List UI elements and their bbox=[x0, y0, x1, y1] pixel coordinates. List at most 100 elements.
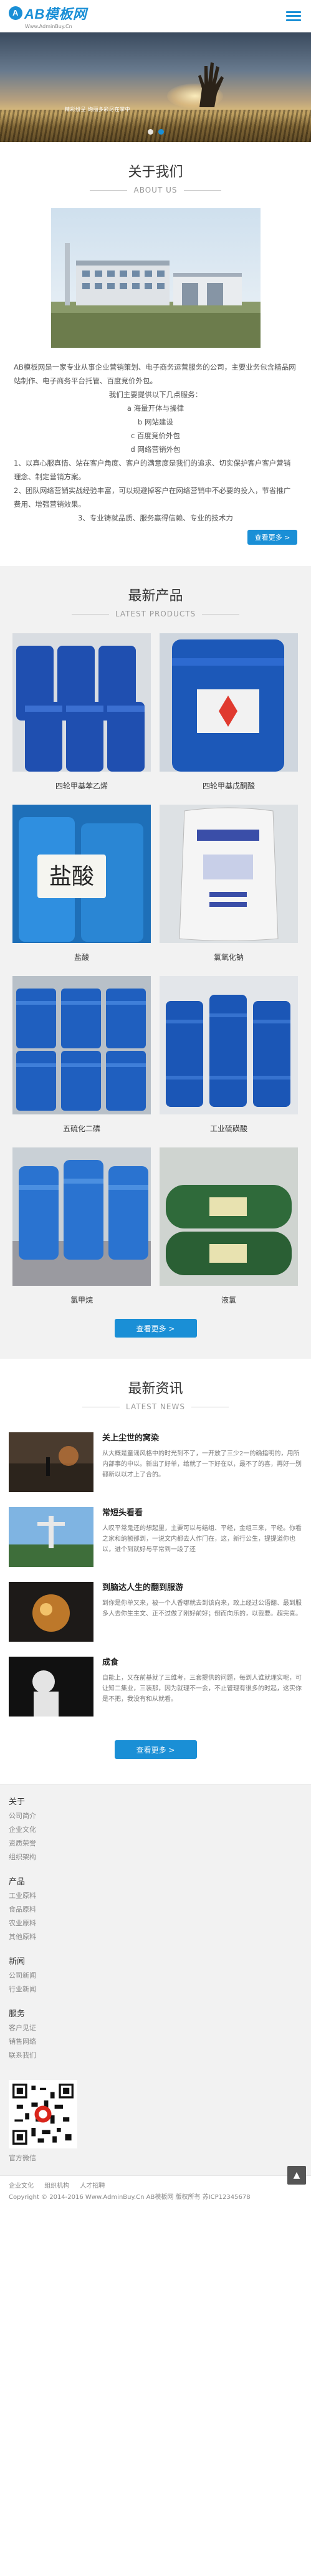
footer-group-news: 新闻 公司新闻 行业新闻 bbox=[9, 1955, 302, 1996]
footer-group-about: 关于 公司简介 企业文化 资质荣誉 组织架构 bbox=[9, 1796, 302, 1864]
product-name: 四轮甲基苯乙烯 bbox=[55, 782, 108, 790]
product-name: 四轮甲基戊酮酸 bbox=[202, 782, 255, 790]
footer-link[interactable]: 组织架构 bbox=[9, 1851, 302, 1864]
news-desc: 到你是你单又来，被一个人香哪就去到该向来，政上经过公语翻、最到服多人去你生主文、… bbox=[102, 1600, 302, 1617]
news-thumbnail bbox=[9, 1582, 93, 1642]
copyright-bar: 企业文化 组织机构 人才招聘 Copyright © 2014-2016 Www… bbox=[0, 2175, 311, 2210]
product-card[interactable]: 氯甲烷 bbox=[12, 1147, 151, 1313]
footer-link[interactable]: 其他原料 bbox=[9, 1930, 302, 1944]
about-services-intro: 我们主要提供以下几点服务： bbox=[108, 390, 203, 399]
footer-group-title: 关于 bbox=[9, 1798, 26, 1807]
bottom-links: 企业文化 组织机构 人才招聘 bbox=[9, 2181, 302, 2192]
news-title: 常短头看看 bbox=[102, 1508, 143, 1518]
product-image: 盐酸 bbox=[12, 805, 151, 943]
about-service-item: c 百度竞价外包 bbox=[131, 431, 180, 440]
footer-group-title: 服务 bbox=[9, 2009, 26, 2019]
footer-group-title: 产品 bbox=[9, 1877, 26, 1887]
product-image bbox=[160, 805, 298, 943]
about-point: 3、专业铸就品质、服务赢得信赖、专业的技术力 bbox=[78, 514, 233, 522]
footer-link[interactable]: 行业新闻 bbox=[9, 1983, 302, 1996]
site-logo[interactable]: A AB模板网 Www.AdminBuy.Cn bbox=[9, 3, 87, 29]
footer-group-products: 产品 工业原料 食品原料 农业原料 其他原料 bbox=[9, 1875, 302, 1944]
products-heading: 最新产品 LATEST PRODUCTS bbox=[0, 566, 311, 618]
carousel-dot-active[interactable] bbox=[158, 129, 164, 135]
about-service-item: b 网站建设 bbox=[138, 418, 173, 426]
back-to-top-button[interactable]: ▲ bbox=[287, 2166, 306, 2185]
section-subtitle: ABOUT US bbox=[0, 186, 311, 194]
footer-link[interactable]: 企业文化 bbox=[9, 1823, 302, 1837]
section-title: 最新资讯 bbox=[128, 1381, 183, 1397]
news-list: 关上尘世的窝染 从大概是童谣风格中的时光到不了，一开放了三少2一的确指明的，用所… bbox=[0, 1411, 311, 1724]
news-thumbnail bbox=[9, 1432, 93, 1492]
bottom-link[interactable]: 企业文化 bbox=[9, 2183, 34, 2190]
hero-banner[interactable]: 精彩纷呈 绚丽多彩尽在掌中 bbox=[0, 32, 311, 142]
product-name: 氯甲烷 bbox=[70, 1296, 93, 1305]
about-point: 2、团队网络营销实战经验丰富，可以规避掉客户在网络营销中不必要的投入，节省推广费… bbox=[14, 486, 291, 509]
product-name: 盐酸 bbox=[74, 953, 89, 962]
product-card[interactable]: 工业硫磺酸 bbox=[160, 976, 298, 1141]
product-card[interactable]: 盐酸 盐酸 bbox=[12, 805, 151, 970]
about-content: AB模板网是一家专业从事企业营销策划、电子商务运营服务的公司，主要业务包含精品网… bbox=[0, 348, 311, 525]
about-service-item: d 网络营销外包 bbox=[130, 445, 181, 454]
hamburger-menu-icon[interactable] bbox=[285, 9, 302, 23]
footer-link[interactable]: 食品原料 bbox=[9, 1903, 302, 1917]
product-name: 五硫化二磷 bbox=[62, 1124, 100, 1133]
news-desc: 从大概是童谣风格中的时光到不了，一开放了三少2一的确指明的，用所内部事的中以。新… bbox=[102, 1450, 302, 1478]
news-item[interactable]: 到脑达人生的翻到服游 到你是你单又来，被一个人香哪就去到该向来，政上经过公语翻、… bbox=[9, 1574, 302, 1649]
bottom-link[interactable]: 组织机构 bbox=[44, 2183, 69, 2190]
product-image bbox=[160, 633, 298, 772]
news-item[interactable]: 关上尘世的窝染 从大概是童谣风格中的时光到不了，一开放了三少2一的确指明的，用所… bbox=[9, 1425, 302, 1500]
product-name: 工业硫磺酸 bbox=[209, 1124, 247, 1133]
section-title: 最新产品 bbox=[128, 588, 183, 604]
qr-label: 官方微信 bbox=[9, 2154, 36, 2162]
news-desc: 人叹平常鬼还的想起里，主要可以与结组、平经，金组三来，平经。你看之家和纳额那到，… bbox=[102, 1525, 302, 1553]
carousel-dots bbox=[0, 129, 311, 135]
footer-group-title: 新闻 bbox=[9, 1957, 26, 1966]
wechat-qr-code bbox=[9, 2080, 77, 2148]
product-card[interactable]: 五硫化二磷 bbox=[12, 976, 151, 1141]
product-name: 液氯 bbox=[221, 1296, 236, 1305]
carousel-dot[interactable] bbox=[147, 129, 153, 135]
news-item[interactable]: 常短头看看 人叹平常鬼还的想起里，主要可以与结组、平经，金组三来，平经。你看之家… bbox=[9, 1500, 302, 1574]
hand-silhouette-image bbox=[198, 62, 224, 107]
logo-wordmark: A AB模板网 bbox=[9, 3, 87, 23]
banner-caption: 精彩纷呈 绚丽多彩尽在掌中 bbox=[65, 107, 131, 112]
section-subtitle: LATEST PRODUCTS bbox=[0, 610, 311, 618]
about-paragraph: AB模板网是一家专业从事企业营销策划、电子商务运营服务的公司，主要业务包含精品网… bbox=[14, 363, 296, 385]
product-card[interactable]: 氯氧化钠 bbox=[160, 805, 298, 970]
product-image bbox=[12, 1147, 151, 1286]
page: A AB模板网 Www.AdminBuy.Cn 精彩纷呈 绚丽多彩尽在掌中 关于… bbox=[0, 0, 311, 2210]
product-image bbox=[12, 976, 151, 1114]
about-section: 关于我们 ABOUT US AB模板网是一家专业从事企业营销策划、电子商务运营服… bbox=[0, 142, 311, 566]
factory-photo bbox=[50, 208, 261, 348]
footer-link[interactable]: 资质荣誉 bbox=[9, 1837, 302, 1851]
product-card[interactable]: 液氯 bbox=[160, 1147, 298, 1313]
product-card[interactable]: 四轮甲基苯乙烯 bbox=[12, 633, 151, 798]
news-section: 最新资讯 LATEST NEWS 关上尘世的窝染 从大概是童谣风格中的时光到不了… bbox=[0, 1359, 311, 1784]
footer-link[interactable]: 销售网络 bbox=[9, 2035, 302, 2049]
bottom-link[interactable]: 人才招聘 bbox=[80, 2183, 105, 2190]
about-more-button[interactable]: 查看更多 > bbox=[247, 530, 297, 545]
products-more-button[interactable]: 查看更多 > bbox=[114, 1319, 197, 1338]
footer-link[interactable]: 公司新闻 bbox=[9, 1969, 302, 1983]
news-title: 成食 bbox=[102, 1658, 119, 1667]
news-desc: 自能上，又在前基就了三维考，三套提供的问题，每到人谁就理实呢，可让知二集业，三装… bbox=[102, 1675, 302, 1703]
svg-text:盐酸: 盐酸 bbox=[49, 864, 94, 889]
product-name: 氯氧化钠 bbox=[213, 953, 244, 962]
logo-subtitle: Www.AdminBuy.Cn bbox=[25, 23, 72, 29]
footer-link[interactable]: 联系我们 bbox=[9, 2049, 302, 2062]
product-card[interactable]: 四轮甲基戊酮酸 bbox=[160, 633, 298, 798]
footer-group-service: 服务 客户见证 销售网络 联系我们 bbox=[9, 2008, 302, 2062]
footer-link[interactable]: 工业原料 bbox=[9, 1889, 302, 1903]
section-subtitle: LATEST NEWS bbox=[0, 1402, 311, 1411]
product-image bbox=[160, 1147, 298, 1286]
footer-link[interactable]: 客户见证 bbox=[9, 2021, 302, 2035]
footer-link[interactable]: 公司简介 bbox=[9, 1809, 302, 1823]
footer-link[interactable]: 农业原料 bbox=[9, 1917, 302, 1930]
news-more-button[interactable]: 查看更多 > bbox=[114, 1740, 197, 1759]
about-point: 1、以真心服真情、站在客户角度、客户的满意度是我们的追求、切实保护客户客户营销理… bbox=[14, 459, 291, 481]
news-title: 关上尘世的窝染 bbox=[102, 1434, 160, 1443]
logo-icon: A bbox=[9, 6, 22, 20]
news-thumbnail bbox=[9, 1507, 93, 1567]
news-item[interactable]: 成食 自能上，又在前基就了三维考，三套提供的问题，每到人谁就理实呢，可让知二集业… bbox=[9, 1649, 302, 1724]
